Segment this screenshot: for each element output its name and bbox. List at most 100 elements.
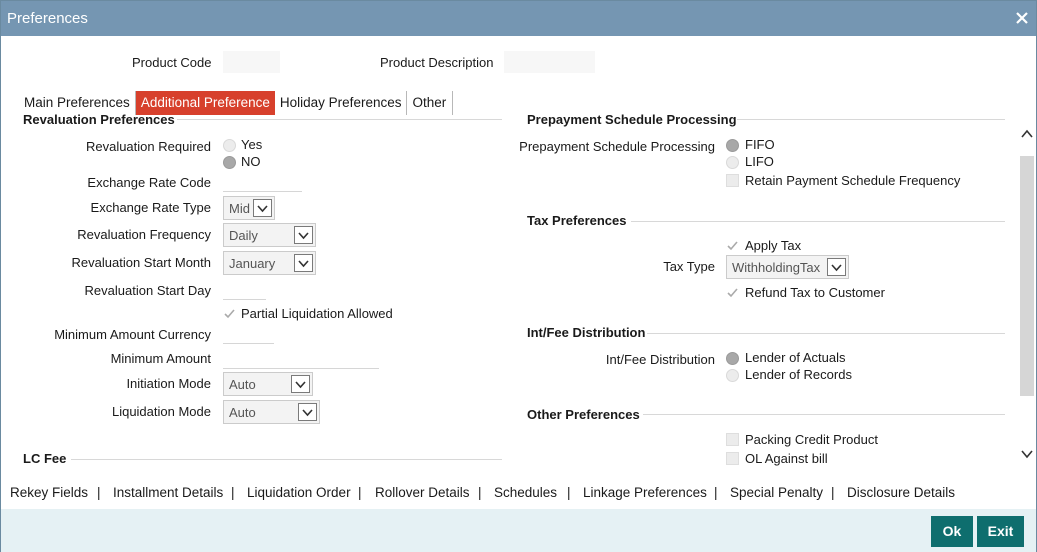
- refund-tax-label: Refund Tax to Customer: [745, 285, 885, 300]
- chevron-down-icon[interactable]: [294, 254, 313, 272]
- exit-button[interactable]: Exit: [977, 516, 1024, 547]
- ok-button[interactable]: Ok: [931, 516, 973, 547]
- section-divider: [737, 119, 1005, 120]
- liquidation-mode-select[interactable]: Auto: [223, 400, 320, 424]
- link-installment-details[interactable]: Installment Details: [113, 485, 223, 500]
- radio-lender-of-records[interactable]: [726, 369, 739, 382]
- link-schedules[interactable]: Schedules: [494, 485, 557, 500]
- product-code-label: Product Code: [132, 55, 212, 70]
- link-special-penalty[interactable]: Special Penalty: [730, 485, 823, 500]
- radio-lifo[interactable]: [726, 156, 739, 169]
- lc-fee-section-title: LC Fee: [23, 451, 67, 466]
- vertical-scrollbar[interactable]: [1018, 121, 1036, 471]
- partial-liquidation-label: Partial Liquidation Allowed: [241, 306, 393, 321]
- link-separator: |: [831, 485, 835, 500]
- radio-fifo-label: FIFO: [745, 137, 775, 152]
- link-separator: |: [567, 485, 571, 500]
- section-divider: [647, 333, 1005, 334]
- packing-credit-checkbox[interactable]: [726, 433, 739, 446]
- revaluation-start-day-input[interactable]: [223, 299, 266, 300]
- window-title: Preferences: [7, 10, 88, 27]
- scroll-up-icon[interactable]: [1021, 129, 1033, 139]
- section-divider: [177, 119, 502, 120]
- chevron-down-icon[interactable]: [294, 226, 313, 244]
- link-separator: |: [478, 485, 482, 500]
- min-amount-currency-input[interactable]: [223, 343, 274, 344]
- preferences-window: Preferences Product Code Product Descrip…: [0, 0, 1037, 552]
- link-separator: |: [714, 485, 718, 500]
- footer-bar: Ok Exit: [1, 509, 1036, 552]
- liquidation-mode-value: Auto: [229, 405, 256, 420]
- other-preferences-section-title: Other Preferences: [527, 407, 640, 422]
- exchange-rate-type-value: Mid: [229, 201, 250, 216]
- tax-type-value: WithholdingTax: [732, 260, 821, 275]
- liquidation-mode-label: Liquidation Mode: [111, 404, 211, 419]
- revaluation-start-day-label: Revaluation Start Day: [84, 283, 211, 298]
- partial-liquidation-checkbox[interactable]: [223, 307, 236, 320]
- radio-revaluation-no-label: NO: [241, 154, 261, 169]
- title-bar: Preferences: [1, 1, 1036, 36]
- link-separator: |: [358, 485, 362, 500]
- chevron-down-icon[interactable]: [298, 403, 317, 421]
- chevron-down-icon[interactable]: [291, 375, 310, 393]
- initiation-mode-select[interactable]: Auto: [223, 372, 313, 396]
- section-divider: [71, 459, 502, 460]
- ol-against-bill-label: OL Against bill: [745, 451, 828, 466]
- revaluation-start-month-label: Revaluation Start Month: [71, 255, 211, 270]
- revaluation-required-label: Revaluation Required: [85, 139, 211, 154]
- product-description-label: Product Description: [380, 55, 494, 70]
- revaluation-frequency-label: Revaluation Frequency: [77, 227, 211, 242]
- retain-payment-schedule-checkbox[interactable]: [726, 174, 739, 187]
- section-divider: [631, 221, 1005, 222]
- initiation-mode-value: Auto: [229, 377, 256, 392]
- tax-type-select[interactable]: WithholdingTax: [726, 255, 849, 279]
- prepayment-label: Prepayment Schedule Processing: [519, 139, 715, 154]
- min-amount-input[interactable]: [223, 368, 379, 369]
- subscreen-link-bar: Rekey Fields | Installment Details | Liq…: [1, 477, 1036, 509]
- tab-other[interactable]: Other: [407, 91, 454, 115]
- link-rollover-details[interactable]: Rollover Details: [375, 485, 470, 500]
- radio-revaluation-no[interactable]: [223, 156, 236, 169]
- min-amount-label: Minimum Amount: [110, 351, 211, 366]
- radio-lender-of-records-label: Lender of Records: [745, 367, 852, 382]
- close-icon[interactable]: [1014, 10, 1030, 26]
- radio-fifo[interactable]: [726, 139, 739, 152]
- link-linkage-preferences[interactable]: Linkage Preferences: [583, 485, 707, 500]
- exchange-rate-type-select[interactable]: Mid: [223, 196, 275, 220]
- link-separator: |: [97, 485, 101, 500]
- refund-tax-checkbox[interactable]: [726, 286, 739, 299]
- prepayment-section-title: Prepayment Schedule Processing: [527, 112, 737, 127]
- tab-holiday-preferences[interactable]: Holiday Preferences: [275, 91, 408, 115]
- scrollbar-thumb[interactable]: [1020, 156, 1034, 396]
- revaluation-start-month-value: January: [229, 256, 276, 271]
- exchange-rate-code-label: Exchange Rate Code: [87, 175, 211, 190]
- radio-lender-of-actuals-label: Lender of Actuals: [745, 350, 846, 365]
- chevron-down-icon[interactable]: [827, 258, 846, 276]
- radio-revaluation-yes[interactable]: [223, 139, 236, 152]
- link-disclosure-details[interactable]: Disclosure Details: [847, 485, 955, 500]
- section-divider: [643, 414, 1005, 415]
- apply-tax-checkbox[interactable]: [726, 239, 739, 252]
- initiation-mode-label: Initiation Mode: [126, 376, 211, 391]
- radio-lender-of-actuals[interactable]: [726, 352, 739, 365]
- link-liquidation-order[interactable]: Liquidation Order: [247, 485, 351, 500]
- tax-type-label: Tax Type: [663, 259, 715, 274]
- revaluation-start-month-select[interactable]: January: [223, 251, 316, 275]
- apply-tax-label: Apply Tax: [745, 238, 802, 253]
- exchange-rate-code-input[interactable]: [223, 191, 302, 192]
- distribution-label: Int/Fee Distribution: [605, 352, 715, 367]
- scroll-down-icon[interactable]: [1021, 449, 1033, 459]
- product-description-input[interactable]: [504, 51, 595, 73]
- revaluation-frequency-select[interactable]: Daily: [223, 223, 316, 247]
- link-rekey-fields[interactable]: Rekey Fields: [10, 485, 88, 500]
- link-separator: |: [231, 485, 235, 500]
- exchange-rate-type-label: Exchange Rate Type: [90, 200, 211, 215]
- tax-section-title: Tax Preferences: [527, 213, 627, 228]
- packing-credit-label: Packing Credit Product: [745, 432, 878, 447]
- product-code-input[interactable]: [223, 51, 280, 73]
- chevron-down-icon[interactable]: [253, 199, 272, 217]
- ol-against-bill-checkbox[interactable]: [726, 452, 739, 465]
- radio-lifo-label: LIFO: [745, 154, 774, 169]
- revaluation-frequency-value: Daily: [229, 228, 258, 243]
- min-amount-currency-label: Minimum Amount Currency: [54, 327, 211, 342]
